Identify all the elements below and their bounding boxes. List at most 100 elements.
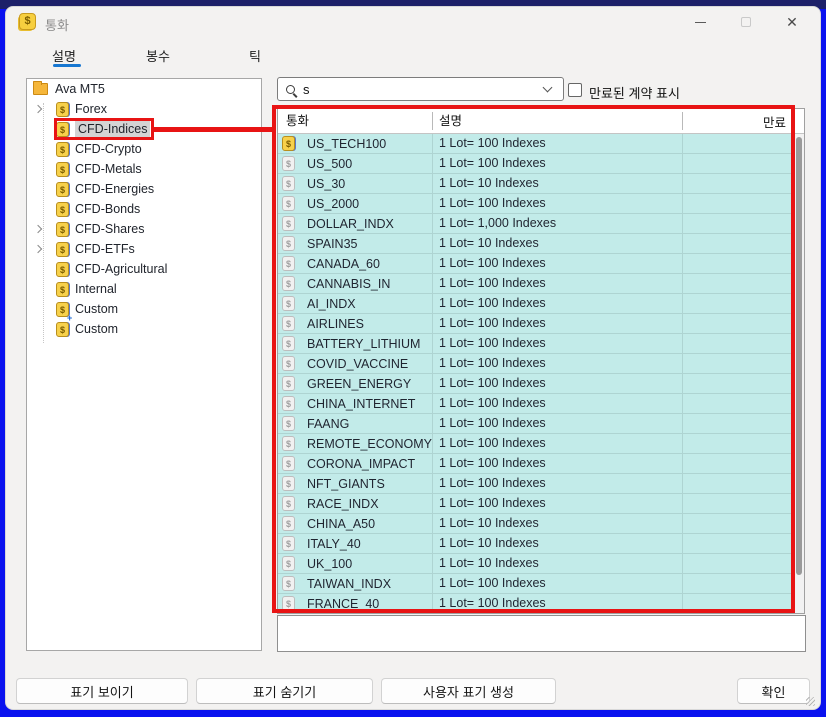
tab-specification[interactable]: 설명 bbox=[52, 46, 76, 65]
symbol-cell[interactable]: $ FAANG bbox=[278, 414, 433, 433]
table-row[interactable]: $ ITALY_40 1 Lot= 10 Indexes bbox=[278, 534, 795, 554]
maximize-button[interactable] bbox=[723, 6, 769, 38]
tree-item-label: Forex bbox=[75, 102, 107, 116]
symbol-cell[interactable]: $ FRANCE_40 bbox=[278, 594, 433, 613]
symbol-cell[interactable]: $ DOLLAR_INDX bbox=[278, 214, 433, 233]
symbol-name: FAANG bbox=[307, 416, 350, 431]
table-row[interactable]: $ COVID_VACCINE 1 Lot= 100 Indexes bbox=[278, 354, 795, 374]
table-row[interactable]: $ CANADA_60 1 Lot= 100 Indexes bbox=[278, 254, 795, 274]
description-cell: 1 Lot= 100 Indexes bbox=[433, 454, 683, 473]
symbol-cell[interactable]: $ CANADA_60 bbox=[278, 254, 433, 273]
search-input[interactable]: s bbox=[303, 82, 544, 97]
tree-item-label: Custom bbox=[75, 322, 119, 336]
table-row[interactable]: $ CANNABIS_IN 1 Lot= 100 Indexes bbox=[278, 274, 795, 294]
chevron-right-icon[interactable] bbox=[33, 224, 43, 234]
symbol-cell[interactable]: $ COVID_VACCINE bbox=[278, 354, 433, 373]
table-row[interactable]: $ FRANCE_40 1 Lot= 100 Indexes bbox=[278, 594, 795, 613]
table-row[interactable]: $ REMOTE_ECONOMY 1 Lot= 100 Indexes bbox=[278, 434, 795, 454]
table-row[interactable]: $ US_2000 1 Lot= 100 Indexes bbox=[278, 194, 795, 214]
symbol-search-combobox[interactable]: s bbox=[277, 77, 564, 101]
symbol-name: CHINA_A50 bbox=[307, 516, 376, 531]
column-header-expiration[interactable]: 만료 bbox=[683, 112, 804, 131]
chevron-down-icon[interactable] bbox=[542, 82, 553, 93]
column-header-symbol[interactable]: 통화 bbox=[278, 112, 433, 130]
expiration-cell bbox=[683, 494, 795, 513]
tab-ticks[interactable]: 틱 bbox=[249, 46, 261, 65]
symbol-cell[interactable]: $ US_500 bbox=[278, 154, 433, 173]
close-button[interactable]: ✕ bbox=[769, 6, 815, 38]
tree-item-cfd-agricultural[interactable]: $ CFD-Agricultural bbox=[27, 259, 261, 279]
symbol-cell[interactable]: $ US_TECH100 bbox=[278, 134, 433, 153]
symbol-cell[interactable]: $ US_30 bbox=[278, 174, 433, 193]
table-row[interactable]: $ CORONA_IMPACT 1 Lot= 100 Indexes bbox=[278, 454, 795, 474]
symbol-cell[interactable]: $ AIRLINES bbox=[278, 314, 433, 333]
show-expired-checkbox[interactable] bbox=[568, 83, 582, 97]
ok-button[interactable]: 확인 bbox=[737, 678, 810, 704]
symbol-cell[interactable]: $ CORONA_IMPACT bbox=[278, 454, 433, 473]
symbol-cell[interactable]: $ RACE_INDX bbox=[278, 494, 433, 513]
column-header-description[interactable]: 설명 bbox=[433, 112, 683, 130]
minimize-button[interactable] bbox=[677, 6, 723, 38]
table-row[interactable]: $ CHINA_A50 1 Lot= 10 Indexes bbox=[278, 514, 795, 534]
table-row[interactable]: $ BATTERY_LITHIUM 1 Lot= 100 Indexes bbox=[278, 334, 795, 354]
tree-item-cfd-indices[interactable]: $ CFD-Indices bbox=[27, 119, 261, 139]
scrollbar-thumb[interactable] bbox=[796, 137, 802, 575]
description-cell: 1 Lot= 10 Indexes bbox=[433, 554, 683, 573]
symbol-cell[interactable]: $ REMOTE_ECONOMY bbox=[278, 434, 433, 453]
chevron-right-icon[interactable] bbox=[33, 104, 43, 114]
table-row[interactable]: $ US_TECH100 1 Lot= 100 Indexes bbox=[278, 134, 795, 154]
table-row[interactable]: $ SPAIN35 1 Lot= 10 Indexes bbox=[278, 234, 795, 254]
symbol-name: UK_100 bbox=[307, 556, 353, 571]
tree-item-cfd-crypto[interactable]: $ CFD-Crypto bbox=[27, 139, 261, 159]
table-row[interactable]: $ AIRLINES 1 Lot= 100 Indexes bbox=[278, 314, 795, 334]
tree-item-cfd-bonds[interactable]: $ CFD-Bonds bbox=[27, 199, 261, 219]
tree-item-cfd-etfs[interactable]: $ CFD-ETFs bbox=[27, 239, 261, 259]
table-row[interactable]: $ RACE_INDX 1 Lot= 100 Indexes bbox=[278, 494, 795, 514]
tree-item-root[interactable]: Ava MT5 bbox=[27, 79, 261, 99]
table-row[interactable]: $ DOLLAR_INDX 1 Lot= 1,000 Indexes bbox=[278, 214, 795, 234]
symbol-cell[interactable]: $ ITALY_40 bbox=[278, 534, 433, 553]
tree-item-cfd-shares[interactable]: $ CFD-Shares bbox=[27, 219, 261, 239]
symbol-cell[interactable]: $ CANNABIS_IN bbox=[278, 274, 433, 293]
tree-item-custom[interactable]: $Custom bbox=[27, 299, 261, 319]
symbol-cell[interactable]: $ CHINA_A50 bbox=[278, 514, 433, 533]
tree-item-internal[interactable]: $ Internal bbox=[27, 279, 261, 299]
symbol-cell[interactable]: $ US_2000 bbox=[278, 194, 433, 213]
tree-item-forex[interactable]: $ Forex bbox=[27, 99, 261, 119]
table-row[interactable]: $ FAANG 1 Lot= 100 Indexes bbox=[278, 414, 795, 434]
table-row[interactable]: $ AI_INDX 1 Lot= 100 Indexes bbox=[278, 294, 795, 314]
chevron-right-icon[interactable] bbox=[33, 244, 43, 254]
table-row[interactable]: $ GREEN_ENERGY 1 Lot= 100 Indexes bbox=[278, 374, 795, 394]
symbol-cell[interactable]: $ BATTERY_LITHIUM bbox=[278, 334, 433, 353]
tab-bars[interactable]: 봉수 bbox=[146, 46, 170, 65]
symbol-name: CANADA_60 bbox=[307, 256, 380, 271]
symbol-cell[interactable]: $ SPAIN35 bbox=[278, 234, 433, 253]
tree-item-cfd-metals[interactable]: $ CFD-Metals bbox=[27, 159, 261, 179]
symbol-cell[interactable]: $ TAIWAN_INDX bbox=[278, 574, 433, 593]
symbol-cell[interactable]: $ UK_100 bbox=[278, 554, 433, 573]
create-custom-symbol-button[interactable]: 사용자 표기 생성 bbox=[381, 678, 556, 704]
symbol-cell[interactable]: $ NFT_GIANTS bbox=[278, 474, 433, 493]
symbol-group-icon: $ bbox=[56, 201, 69, 217]
resize-grip[interactable] bbox=[806, 697, 815, 706]
active-tab-indicator bbox=[53, 64, 81, 67]
table-row[interactable]: $ NFT_GIANTS 1 Lot= 100 Indexes bbox=[278, 474, 795, 494]
show-symbol-button[interactable]: 표기 보이기 bbox=[16, 678, 188, 704]
symbol-icon: $ bbox=[282, 196, 295, 211]
symbol-name: US_TECH100 bbox=[307, 136, 387, 151]
symbol-cell[interactable]: $ GREEN_ENERGY bbox=[278, 374, 433, 393]
hide-symbol-button[interactable]: 표기 숨기기 bbox=[196, 678, 373, 704]
symbol-cell[interactable]: $ CHINA_INTERNET bbox=[278, 394, 433, 413]
symbol-cell[interactable]: $ AI_INDX bbox=[278, 294, 433, 313]
table-row[interactable]: $ CHINA_INTERNET 1 Lot= 100 Indexes bbox=[278, 394, 795, 414]
tree-item-custom[interactable]: $Custom bbox=[27, 319, 261, 339]
table-row[interactable]: $ UK_100 1 Lot= 10 Indexes bbox=[278, 554, 795, 574]
table-row[interactable]: $ US_30 1 Lot= 10 Indexes bbox=[278, 174, 795, 194]
symbol-name: ITALY_40 bbox=[307, 536, 361, 551]
vertical-scrollbar[interactable] bbox=[793, 134, 804, 613]
table-row[interactable]: $ TAIWAN_INDX 1 Lot= 100 Indexes bbox=[278, 574, 795, 594]
tree-item-cfd-energies[interactable]: $ CFD-Energies bbox=[27, 179, 261, 199]
table-row[interactable]: $ US_500 1 Lot= 100 Indexes bbox=[278, 154, 795, 174]
symbol-name: GREEN_ENERGY bbox=[307, 376, 412, 391]
description-cell: 1 Lot= 10 Indexes bbox=[433, 534, 683, 553]
